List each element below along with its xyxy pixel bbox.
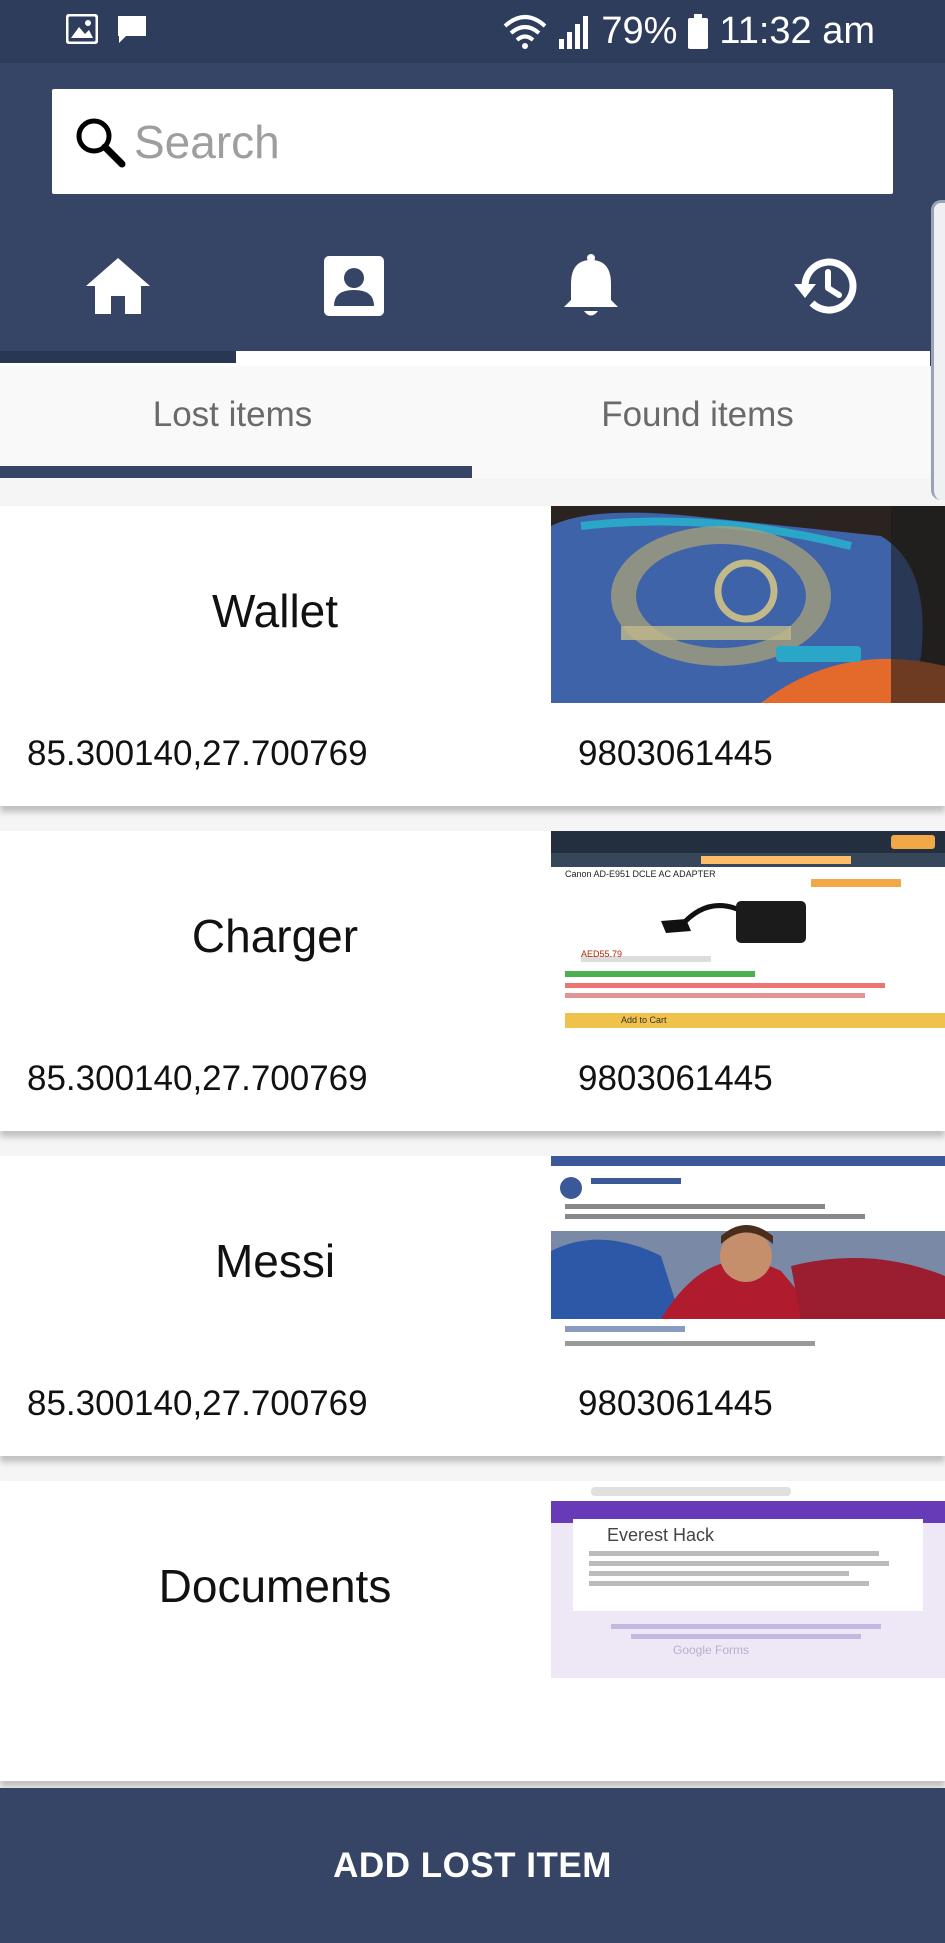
tab-home[interactable] (0, 246, 236, 366)
clock: 11:32 am (719, 10, 875, 52)
item-image-form: Everest Hack Google Forms (551, 1481, 945, 1678)
list-item[interactable]: Wallet 85.300140,27.700769 9803061445 (0, 506, 945, 806)
item-title: Messi (214, 1235, 336, 1287)
sub-tabs: Lost items Found items (0, 366, 930, 478)
thumb-text-charger-price: AED55.79 (581, 949, 623, 959)
lost-items-list[interactable]: Wallet 85.300140,27.700769 9803061445 Ch… (0, 478, 945, 1788)
app-bar (0, 63, 945, 366)
home-icon (86, 258, 151, 314)
list-item[interactable]: Documents Everest Hack Google Forms (0, 1481, 945, 1781)
thumb-text-form-footer: Google Forms (673, 1643, 750, 1657)
image-icon (66, 14, 98, 44)
item-phone: 9803061445 (578, 1384, 773, 1423)
item-coordinates: 85.300140,27.700769 (27, 734, 368, 773)
item-coordinates: 85.300140,27.700769 (27, 1384, 368, 1423)
list-item[interactable]: Charger 85.300140,27.700769 9803061445 C… (0, 831, 945, 1131)
thumb-text-form-heading: Everest Hack (607, 1525, 715, 1545)
item-title: Wallet (211, 585, 339, 637)
battery-icon (688, 13, 709, 49)
contact-icon (324, 256, 385, 316)
item-phone: 9803061445 (578, 734, 773, 773)
message-icon (118, 16, 146, 43)
item-coordinates: 85.300140,27.700769 (27, 1059, 368, 1098)
search-icon (76, 118, 126, 167)
nav-selected-indicator (0, 351, 236, 363)
tab-found-items[interactable]: Found items (465, 366, 930, 478)
search-bar[interactable] (52, 89, 893, 194)
tab-history[interactable] (709, 246, 945, 366)
nav-tabs (0, 246, 945, 366)
item-phone: 9803061445 (578, 1059, 773, 1098)
tab-profile[interactable] (236, 246, 472, 366)
item-title: Charger (191, 910, 359, 962)
tab-lost-items[interactable]: Lost items (0, 366, 465, 478)
search-input[interactable] (134, 114, 874, 169)
list-item[interactable]: Messi 85.300140,27.700769 9803061445 (0, 1156, 945, 1456)
wifi-icon (503, 14, 547, 49)
tab-notifications[interactable] (473, 246, 709, 366)
add-lost-item-button[interactable]: ADD LOST ITEM (0, 1788, 945, 1943)
thumb-text-charger-cta: Add to Cart (621, 1015, 667, 1025)
item-image-charger: Canon AD-E951 DCLE AC ADAPTER AED55.79 A… (551, 831, 945, 1028)
subtab-selected-indicator (0, 466, 472, 478)
item-image-messi (551, 1156, 945, 1353)
item-title: Documents (158, 1560, 392, 1612)
battery-percent: 79% (601, 10, 678, 52)
thumb-text-charger-title: Canon AD-E951 DCLE AC ADAPTER (565, 869, 716, 879)
item-image-backpack (551, 506, 945, 703)
bell-icon (563, 254, 618, 316)
signal-icon (559, 15, 589, 49)
status-bar: 79% 11:32 am (0, 0, 945, 63)
history-icon (793, 258, 857, 314)
scrollbar-handle[interactable] (931, 200, 945, 500)
